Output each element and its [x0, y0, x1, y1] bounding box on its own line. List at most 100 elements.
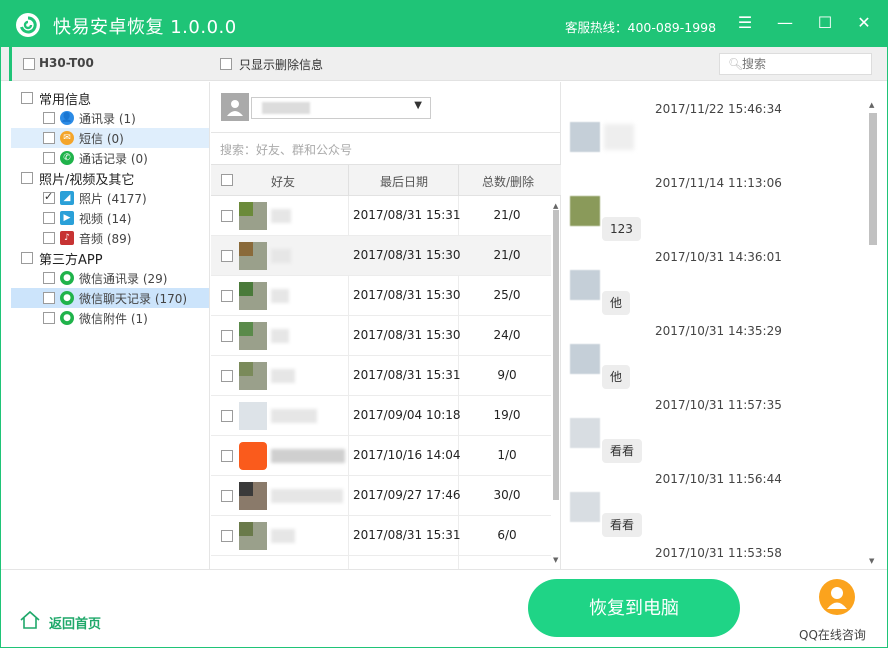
tree-item-calls[interactable]: ✆ 通话记录 (0) — [11, 148, 209, 168]
message-bubble[interactable]: 123 — [602, 217, 641, 241]
item-checkbox[interactable] — [43, 312, 55, 324]
tree-item-label: 短信 (0) — [79, 132, 124, 146]
back-home-link[interactable]: 返回首页 — [49, 613, 101, 632]
video-icon: ▶ — [60, 211, 74, 225]
friend-search-hint[interactable]: 搜索：好友、群和公众号 — [220, 141, 352, 158]
friend-name-blurred — [271, 449, 345, 463]
device-checkbox[interactable] — [23, 58, 35, 70]
maximize-icon[interactable]: ☐ — [815, 13, 835, 33]
row-count: 19/0 — [493, 408, 521, 422]
table-row[interactable]: 2017/09/04 10:18 19/0 — [211, 396, 551, 436]
phone-icon: ✆ — [60, 151, 74, 165]
item-checkbox[interactable] — [43, 132, 55, 144]
item-checkbox[interactable] — [43, 232, 55, 244]
wechat-icon: ● — [60, 291, 74, 305]
message-bubble[interactable]: 看看 — [602, 439, 643, 463]
search-box[interactable]: 🔍︎ — [719, 53, 872, 75]
tree-category-common[interactable]: 常用信息 — [11, 88, 209, 108]
tree-item-sms[interactable]: ✉ 短信 (0) — [11, 128, 209, 148]
category-checkbox[interactable] — [21, 92, 33, 104]
home-icon[interactable] — [19, 610, 41, 630]
tree-item-wechat-chats[interactable]: ● 微信聊天记录 (170) — [11, 288, 209, 308]
item-checkbox[interactable] — [43, 152, 55, 164]
tree-item-label: 音频 (89) — [79, 232, 132, 246]
row-checkbox[interactable] — [221, 370, 233, 382]
chat-scroll-up-arrow-icon[interactable]: ▲ — [869, 101, 874, 109]
row-checkbox[interactable] — [221, 210, 233, 222]
row-count: 24/0 — [493, 328, 521, 342]
tree-item-wechat-attachments[interactable]: ● 微信附件 (1) — [11, 308, 209, 328]
menu-icon[interactable]: ☰ — [735, 13, 755, 33]
only-deleted-checkbox[interactable] — [220, 58, 232, 70]
category-checkbox[interactable] — [21, 252, 33, 264]
category-label: 常用信息 — [39, 93, 92, 108]
category-checkbox[interactable] — [21, 172, 33, 184]
column-header-total-deleted[interactable]: 总数/删除 — [482, 173, 534, 190]
scrollbar-thumb[interactable] — [553, 210, 559, 500]
friend-avatar — [239, 242, 267, 270]
title-bar: 快易安卓恢复 1.0.0.0 客服热线：400-089-1998 ☰ — ☐ ✕ — [1, 1, 887, 47]
column-divider — [458, 165, 459, 197]
friend-name-blurred — [271, 529, 295, 543]
row-checkbox[interactable] — [221, 490, 233, 502]
only-deleted-label[interactable]: 只显示删除信息 — [239, 56, 323, 73]
search-icon: 🔍︎ — [728, 57, 744, 71]
footer: 返回首页 恢复到电脑 QQ在线咨询 — [1, 569, 887, 647]
friend-list-panel: ▼ 搜索：好友、群和公众号 好友 最后日期 总数/删除 2017/08/31 1… — [211, 82, 561, 569]
qq-consult-icon[interactable] — [819, 579, 855, 615]
row-date: 2017/08/31 15:31 — [353, 208, 461, 222]
row-count: 1/0 — [497, 448, 517, 462]
close-icon[interactable]: ✕ — [854, 13, 874, 33]
search-input[interactable] — [742, 56, 868, 72]
row-checkbox[interactable] — [221, 290, 233, 302]
table-row[interactable]: 2017/08/31 15:30 24/0 — [211, 316, 551, 356]
minimize-icon[interactable]: — — [775, 13, 795, 33]
wechat-icon: ● — [60, 271, 74, 285]
tree-item-audio[interactable]: ♪ 音频 (89) — [11, 228, 209, 248]
column-header-last-date[interactable]: 最后日期 — [380, 173, 428, 190]
tree-item-contacts[interactable]: 👤 通讯录 (1) — [11, 108, 209, 128]
divider — [211, 132, 561, 133]
account-dropdown[interactable]: ▼ — [251, 97, 431, 119]
table-row[interactable]: 2017/08/31 15:30 25/0 — [211, 276, 551, 316]
qq-consult-label[interactable]: QQ在线咨询 — [799, 626, 866, 643]
tree-item-wechat-contacts[interactable]: ● 微信通讯录 (29) — [11, 268, 209, 288]
row-checkbox[interactable] — [221, 330, 233, 342]
device-name: H30-T00 — [39, 56, 94, 70]
scroll-up-arrow-icon[interactable]: ▲ — [553, 202, 558, 210]
tree-category-media[interactable]: 照片/视频及其它 — [11, 168, 209, 188]
row-checkbox[interactable] — [221, 410, 233, 422]
message-bubble[interactable]: 看看 — [602, 513, 643, 537]
friend-avatar — [239, 442, 267, 470]
message-avatar — [570, 122, 600, 152]
table-row[interactable]: 2017/08/31 15:31 6/0 — [211, 516, 551, 556]
row-checkbox[interactable] — [221, 450, 233, 462]
item-checkbox[interactable] — [43, 212, 55, 224]
item-checkbox[interactable] — [43, 112, 55, 124]
chat-scroll-down-arrow-icon[interactable]: ▼ — [869, 557, 874, 565]
row-checkbox[interactable] — [221, 250, 233, 262]
table-row[interactable]: 2017/08/31 15:31 9/0 — [211, 356, 551, 396]
recover-to-pc-button[interactable]: 恢复到电脑 — [528, 579, 740, 637]
sms-icon: ✉ — [60, 131, 74, 145]
table-row[interactable]: 2017/08/31 15:30 21/0 — [211, 236, 551, 276]
tree-item-videos[interactable]: ▶ 视频 (14) — [11, 208, 209, 228]
column-header-friend[interactable]: 好友 — [271, 173, 295, 190]
category-tree: 常用信息 👤 通讯录 (1) ✉ 短信 (0) ✆ 通话记录 (0) 照片/视频… — [1, 82, 210, 569]
row-checkbox[interactable] — [221, 530, 233, 542]
select-all-checkbox[interactable] — [221, 174, 233, 186]
item-checkbox[interactable] — [43, 272, 55, 284]
tree-item-photos[interactable]: ◢ 照片 (4177) — [11, 188, 209, 208]
table-row[interactable]: 2017/09/27 17:46 30/0 — [211, 476, 551, 516]
item-checkbox[interactable] — [43, 292, 55, 304]
table-row[interactable]: 2017/08/31 15:31 21/0 — [211, 196, 551, 236]
item-checkbox[interactable] — [43, 190, 55, 204]
table-row[interactable]: 2017/10/16 14:04 1/0 — [211, 436, 551, 476]
tree-item-label: 视频 (14) — [79, 212, 132, 226]
chat-scrollbar-thumb[interactable] — [869, 113, 877, 245]
category-label: 第三方APP — [39, 253, 103, 268]
scroll-down-arrow-icon[interactable]: ▼ — [553, 556, 558, 564]
message-bubble[interactable]: 他 — [602, 291, 631, 315]
message-bubble[interactable]: 他 — [602, 365, 631, 389]
tree-category-thirdparty[interactable]: 第三方APP — [11, 248, 209, 268]
